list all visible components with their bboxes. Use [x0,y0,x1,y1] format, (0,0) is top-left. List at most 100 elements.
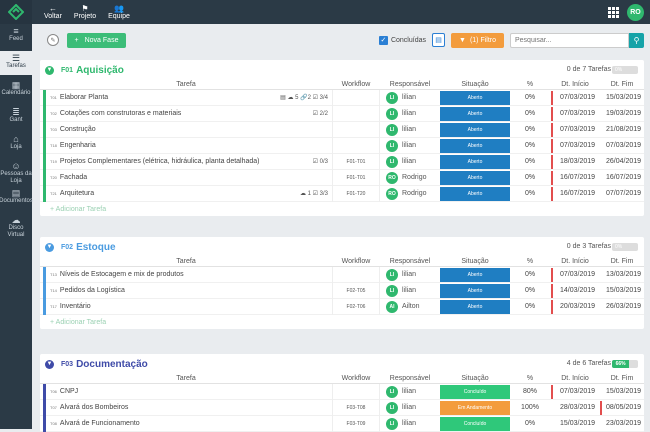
task-name[interactable]: Projetos Complementares (elétrica, hidrá… [60,158,260,165]
sidebar-item-tarefas[interactable]: ☰ Tarefas [0,51,32,75]
sidebar-item-calendário[interactable]: ▦ Calendário [0,78,32,102]
task-name[interactable]: Alvará de Funcionamento [60,420,140,427]
table-row[interactable]: T13 Níveis de Estocagem e mix de produto… [40,266,644,283]
task-name[interactable]: Alvará dos Bombeiros [60,404,128,411]
app-logo[interactable] [0,0,32,24]
table-row[interactable]: T19 Projetos Complementares (elétrica, h… [40,153,644,170]
task-name[interactable]: Cotações com construtoras e materiais [60,110,181,117]
col-dt-fim[interactable]: Dt. Fim [600,80,644,89]
status-badge[interactable]: Aberto [440,186,510,201]
search-icon[interactable]: ⚲ [629,32,644,48]
phase-title[interactable]: Estoque [76,242,115,253]
status-badge[interactable]: Concluído [440,384,510,399]
filter-button[interactable]: ▼ (1) Filtro [451,32,504,48]
table-row[interactable]: T01 Elaborar Planta ▤ ☁ 5 🔗2 ☑ 3/4 LI li… [40,89,644,106]
nav-projeto[interactable]: ⚑ Projeto [74,4,96,21]
col-workflow[interactable]: Workflow [332,257,380,266]
status-badge[interactable]: Aberto [440,122,510,137]
edit-icon[interactable]: ✎ [47,34,59,46]
status-badge[interactable]: Aberto [440,106,510,121]
search-input[interactable] [510,32,629,48]
task-id: T14 [50,288,57,293]
col-tarefa[interactable]: Tarefa [40,80,332,89]
col-situacao[interactable]: Situação [440,374,510,383]
user-avatar[interactable]: RO [627,3,644,21]
col-workflow[interactable]: Workflow [332,80,380,89]
nav-voltar[interactable]: ← Voltar [44,4,62,21]
phase-title[interactable]: Aquisição [76,65,124,76]
col-workflow[interactable]: Workflow [332,374,380,383]
sidebar-item-loja[interactable]: ⌂ Loja [0,132,32,156]
table-row[interactable]: T20 Fachada F01-T01 RO Rodrigo Aberto 0%… [40,169,644,186]
table-row[interactable]: T21 Arquitetura ☁ 1 ☑ 3/3 F01-T20 RO Rod… [40,185,644,202]
table-row[interactable]: T07 Alvará dos Bombeiros F03-T08 LI lili… [40,399,644,416]
task-name[interactable]: Construção [60,126,96,133]
dt-fim-cell: 23/03/2019 [600,416,644,432]
status-badge[interactable]: Aberto [440,170,510,185]
table-row[interactable]: T18 Engenharia LI lilian Aberto 0% 07/03… [40,137,644,154]
col-pct[interactable]: % [510,257,550,266]
table-row[interactable]: T14 Pedidos da Logística F02-T05 LI lili… [40,282,644,299]
col-tarefa[interactable]: Tarefa [40,374,332,383]
table-row[interactable]: T03 Construção LI lilian Aberto 0% 07/03… [40,121,644,138]
late-marker [551,106,553,121]
col-situacao[interactable]: Situação [440,257,510,266]
col-dt-inicio[interactable]: Dt. Início [550,257,600,266]
sidebar-item-documentos[interactable]: ▤ Documentos [0,186,33,210]
col-responsavel[interactable]: Responsável [380,257,440,266]
dt-fim-cell: 19/03/2019 [600,106,644,122]
task-name[interactable]: Arquitetura [60,190,94,197]
status-badge[interactable]: Aberto [440,154,510,169]
task-name[interactable]: Inventário [60,303,91,310]
responsavel-name: lilian [402,126,417,133]
pct-cell: 100% [521,404,539,411]
pct-cell: 0% [524,190,536,197]
concluidas-checkbox[interactable]: ✓ Concluídas [378,35,426,45]
sidebar-item-gant[interactable]: ≣ Gant [0,105,32,129]
sidebar-item-feed[interactable]: ≡ Feed [0,24,32,48]
status-badge[interactable]: Aberto [440,138,510,153]
sidebar-item-disco-virtual[interactable]: ☁ Disco Virtual [0,213,32,238]
status-badge[interactable]: Aberto [440,90,510,105]
table-row[interactable]: T06 CNPJ LI lilian Concluído 80% 07/03/2… [40,383,644,400]
workflow-cell: F02-T05 [332,282,380,299]
table-row[interactable]: T08 Alvará de Funcionamento F03-T09 LI l… [40,415,644,432]
sidebar-item-pessoas-da-loja[interactable]: ☺ Pessoas da Loja [0,159,32,184]
col-dt-fim[interactable]: Dt. Fim [600,374,644,383]
pdf-export-button[interactable]: ▤ [432,33,445,47]
task-name[interactable]: Pedidos da Logística [60,287,125,294]
add-task-link[interactable]: + Adicionar Tarefa [40,315,644,329]
late-marker [551,384,553,399]
status-badge[interactable]: Em Andamento [440,400,510,415]
task-name[interactable]: Engenharia [60,142,96,149]
task-name[interactable]: CNPJ [60,388,78,395]
col-responsavel[interactable]: Responsável [380,80,440,89]
apps-grid-icon[interactable] [608,6,619,18]
status-badge[interactable]: Aberto [440,267,510,282]
task-name[interactable]: Níveis de Estocagem e mix de produtos [60,271,184,278]
col-responsavel[interactable]: Responsável [380,374,440,383]
nav-equipe[interactable]: 👥 Equipe [108,4,130,21]
sidebar-icon: ☁ [11,215,21,225]
phase-progress-bar: 0% [612,66,638,74]
col-situacao[interactable]: Situação [440,80,510,89]
phase-title[interactable]: Documentação [76,359,148,370]
add-task-link[interactable]: + Adicionar Tarefa [40,202,644,216]
col-dt-fim[interactable]: Dt. Fim [600,257,644,266]
col-pct[interactable]: % [510,80,550,89]
col-pct[interactable]: % [510,374,550,383]
new-phase-button[interactable]: + Nova Fase [67,32,126,48]
collapse-toggle-icon[interactable]: ▼ [45,65,54,75]
task-name[interactable]: Fachada [60,174,87,181]
table-row[interactable]: T02 Cotações com construtoras e materiai… [40,105,644,122]
task-name[interactable]: Elaborar Planta [60,94,108,101]
collapse-toggle-icon[interactable]: ▼ [45,242,54,252]
col-tarefa[interactable]: Tarefa [40,257,332,266]
col-dt-inicio[interactable]: Dt. Início [550,80,600,89]
collapse-toggle-icon[interactable]: ▼ [45,359,54,369]
status-badge[interactable]: Concluído [440,416,510,431]
col-dt-inicio[interactable]: Dt. Início [550,374,600,383]
table-row[interactable]: T17 Inventário F02-T06 AI Ailton Aberto … [40,298,644,315]
status-badge[interactable]: Aberto [440,299,510,314]
status-badge[interactable]: Aberto [440,283,510,298]
